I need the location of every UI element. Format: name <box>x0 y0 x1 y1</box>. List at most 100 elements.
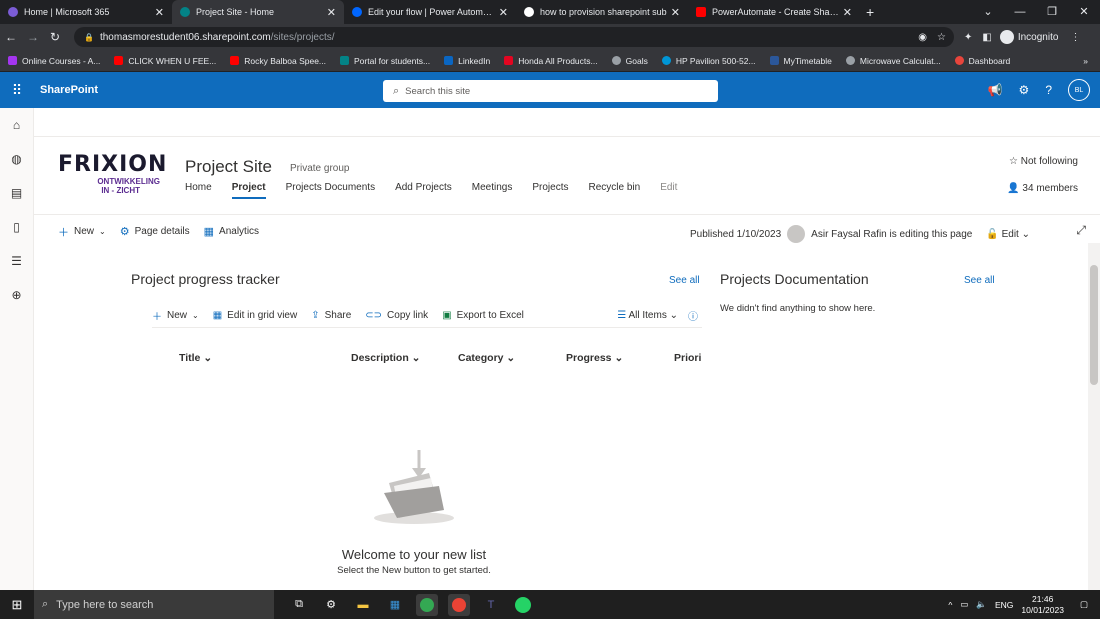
bookmark-item[interactable]: CLICK WHEN U FEE... <box>114 56 216 66</box>
nav-home[interactable]: Home <box>185 182 212 199</box>
column-header-title[interactable]: Title ⌄ <box>179 352 212 364</box>
tab-youtube[interactable]: PowerAutomate - Create ShareP ✕ <box>688 0 860 24</box>
tracker-see-all-link[interactable]: See all <box>669 275 700 286</box>
file-explorer-icon[interactable]: ▬ <box>352 594 374 616</box>
chrome-icon[interactable] <box>416 593 438 616</box>
gear-icon[interactable]: ⚙ <box>1019 83 1030 97</box>
language-indicator[interactable]: ENG <box>995 600 1013 610</box>
new-button[interactable]: ＋ New ⌄ <box>58 224 106 240</box>
edit-grid-button[interactable]: ▦ Edit in grid view <box>213 310 297 321</box>
nav-edit[interactable]: Edit <box>660 182 677 199</box>
news-icon[interactable]: ▤ <box>11 186 22 200</box>
bookmark-item[interactable]: Honda All Products... <box>504 56 598 66</box>
menu-icon[interactable]: ⋮ <box>1070 32 1080 43</box>
tracker-title[interactable]: Project progress tracker <box>131 271 280 287</box>
more-bookmarks-button[interactable]: » <box>1083 56 1088 66</box>
column-header-category[interactable]: Category ⌄ <box>458 352 515 364</box>
create-icon[interactable]: ⊕ <box>11 288 21 302</box>
tab-project-site[interactable]: Project Site - Home ✕ <box>172 0 344 24</box>
reload-icon[interactable]: ↻ <box>44 30 66 44</box>
view-selector[interactable]: ☰ All Items ⌄ <box>617 310 678 321</box>
docs-see-all-link[interactable]: See all <box>964 275 995 286</box>
column-header-priority[interactable]: Priori <box>674 352 701 364</box>
app-launcher-icon[interactable]: ⠿ <box>0 82 34 99</box>
document-icon[interactable]: ▯ <box>13 220 20 234</box>
bookmark-item[interactable]: Microwave Calculat... <box>845 56 941 66</box>
lists-icon[interactable]: ☰ <box>11 254 22 268</box>
share-button[interactable]: ⇪ Share <box>311 310 351 321</box>
docs-title[interactable]: Projects Documentation <box>720 271 869 287</box>
tab-search-icon[interactable]: ⌄ <box>972 0 1004 24</box>
nav-projects[interactable]: Projects <box>532 182 568 199</box>
bookmark-star-icon[interactable]: ☆ <box>937 32 946 43</box>
close-tab-icon[interactable]: ✕ <box>499 6 508 19</box>
list-new-button[interactable]: ＋ New ⌄ <box>152 308 199 323</box>
network-icon[interactable]: ▭ <box>960 599 968 610</box>
close-tab-icon[interactable]: ✕ <box>327 6 336 19</box>
info-icon[interactable]: ⓘ <box>688 308 698 323</box>
whatsapp-icon[interactable] <box>512 594 534 616</box>
volume-icon[interactable]: 🔈 <box>976 599 987 610</box>
nav-meetings[interactable]: Meetings <box>472 182 513 199</box>
copy-link-button[interactable]: ⊂⊃ Copy link <box>365 310 428 321</box>
tray-overflow-icon[interactable]: ^ <box>948 600 952 610</box>
taskbar-search-input[interactable]: ⌕ Type here to search <box>34 590 274 619</box>
sidepanel-icon[interactable]: ◧ <box>982 32 991 43</box>
minimize-icon[interactable]: — <box>1004 0 1036 24</box>
column-header-description[interactable]: Description ⌄ <box>351 352 420 364</box>
globe-icon[interactable]: ◍ <box>11 152 21 166</box>
restore-icon[interactable]: ❐ <box>1036 0 1068 24</box>
chrome-incognito-icon[interactable] <box>448 593 470 616</box>
notifications-icon[interactable]: ▢ <box>1080 599 1088 610</box>
export-excel-button[interactable]: ▣ Export to Excel <box>442 310 524 321</box>
bookmark-item[interactable]: Portal for students... <box>340 56 430 66</box>
task-view-icon[interactable]: ⧉ <box>288 594 310 616</box>
windows-start-icon[interactable]: ⊞ <box>0 597 34 613</box>
close-tab-icon[interactable]: ✕ <box>155 6 164 19</box>
page-scrollbar[interactable] <box>1088 243 1100 590</box>
column-header-progress[interactable]: Progress ⌄ <box>566 352 623 364</box>
megaphone-icon[interactable]: 📢 <box>988 83 1003 97</box>
back-icon[interactable]: ← <box>0 30 22 44</box>
close-tab-icon[interactable]: ✕ <box>843 6 852 19</box>
bookmark-item[interactable]: Goals <box>611 56 648 66</box>
nav-projects-documents[interactable]: Projects Documents <box>286 182 375 199</box>
bookmark-item[interactable]: Online Courses - A... <box>8 56 100 66</box>
page-details-button[interactable]: ⚙ Page details <box>120 225 190 238</box>
forward-icon[interactable]: → <box>22 30 44 44</box>
analytics-button[interactable]: ▦ Analytics <box>204 225 259 238</box>
help-icon[interactable]: ? <box>1045 83 1052 97</box>
search-input[interactable]: ⌕ Search this site <box>383 80 718 102</box>
bookmark-item[interactable]: LinkedIn <box>444 56 490 66</box>
new-tab-button[interactable]: + <box>866 4 874 20</box>
extensions-icon[interactable]: ✦ <box>964 32 972 43</box>
follow-button[interactable]: ☆ Not following <box>1009 156 1078 167</box>
bookmark-item[interactable]: Rocky Balboa Spee... <box>230 56 326 66</box>
members-button[interactable]: 👤 34 members <box>1007 183 1078 194</box>
tracking-blocked-icon[interactable]: ◉ <box>918 32 927 43</box>
nav-recycle-bin[interactable]: Recycle bin <box>588 182 640 199</box>
expand-icon[interactable]: ⤢ <box>1076 223 1086 238</box>
url-input[interactable]: 🔒 thomasmorestudent06.sharepoint.com/sit… <box>74 27 954 47</box>
bookmark-item[interactable]: MyTimetable <box>769 56 832 66</box>
nav-project[interactable]: Project <box>231 182 266 199</box>
tab-google-search[interactable]: how to provision sharepoint sub ✕ <box>516 0 688 24</box>
close-window-icon[interactable]: ✕ <box>1068 0 1100 24</box>
site-logo[interactable]: FRIXION ONTWIKKELING IN - ZICHT <box>58 152 170 198</box>
store-icon[interactable]: ▦ <box>384 594 406 616</box>
nav-add-projects[interactable]: Add Projects <box>395 182 452 199</box>
home-icon[interactable]: ⌂ <box>13 118 20 132</box>
scroll-thumb[interactable] <box>1090 265 1098 385</box>
bookmark-item[interactable]: HP Pavilion 500-52... <box>661 56 756 66</box>
incognito-indicator[interactable]: Incognito <box>999 30 1058 44</box>
bookmark-item[interactable]: Dashboard <box>954 56 1010 66</box>
edit-button[interactable]: 🔓 Edit ⌄ <box>986 229 1030 240</box>
avatar[interactable]: BL <box>1068 79 1090 101</box>
app-name[interactable]: SharePoint <box>40 84 98 96</box>
settings-icon[interactable]: ⚙ <box>320 594 342 616</box>
site-title[interactable]: Project Site <box>185 157 272 177</box>
teams-icon[interactable]: T <box>480 594 502 616</box>
tab-power-automate[interactable]: Edit your flow | Power Automate ✕ <box>344 0 516 24</box>
tab-microsoft365[interactable]: Home | Microsoft 365 ✕ <box>0 0 172 24</box>
clock[interactable]: 21:46 10/01/2023 <box>1021 594 1064 616</box>
